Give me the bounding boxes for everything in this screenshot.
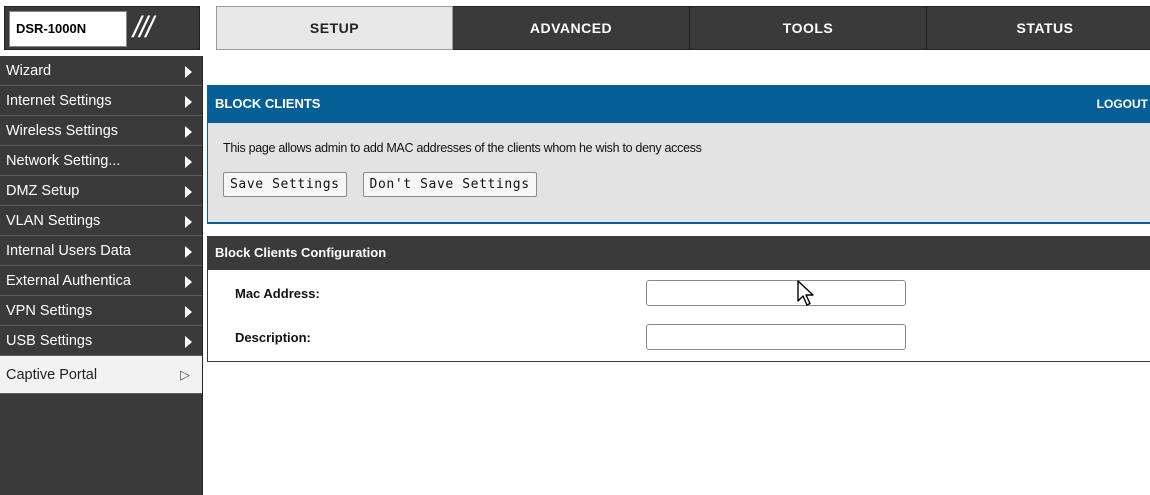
sidebar-item-label: Internal Users Data [6,243,131,259]
chevron-right-icon [185,156,192,168]
tab-status[interactable]: STATUS [927,6,1150,50]
sidebar-item-label: Captive Portal [6,367,98,383]
description-label: Description: [235,330,311,345]
mouse-cursor-icon [797,280,814,306]
tab-tools[interactable]: TOOLS [690,6,927,50]
sidebar-item-label: DMZ Setup [6,183,80,199]
save-settings-button[interactable]: Save Settings [223,172,347,197]
sidebar-item-label: Network Setting... [6,153,121,169]
sidebar-item-label: USB Settings [6,333,93,349]
logo-area: DSR-1000N /// [4,6,200,50]
mac-address-input[interactable] [646,280,906,306]
sidebar-item-label: Wizard [6,63,52,79]
button-row: Save Settings Don't Save Settings [223,172,1150,197]
chevron-right-icon [185,66,192,78]
config-panel: Mac Address: Description: [207,270,1150,362]
model-badge: DSR-1000N [9,11,127,47]
chevron-right-outline-icon: ▷ [180,367,190,382]
chevron-right-icon [185,126,192,138]
chevron-right-icon [185,96,192,108]
top-bar: DSR-1000N /// SETUP ADVANCED TOOLS STATU… [0,0,1150,56]
sidebar-item-label: Wireless Settings [6,123,119,139]
chevron-right-icon [185,306,192,318]
sidebar-item-external-authentication[interactable]: External Authentica [0,266,202,296]
chevron-right-icon [185,336,192,348]
brand-slashes: /// [133,11,154,44]
chevron-right-icon [185,276,192,288]
sidebar-item-label: VPN Settings [6,303,93,319]
mac-address-label: Mac Address: [235,286,320,301]
chevron-right-icon [185,186,192,198]
dont-save-settings-button[interactable]: Don't Save Settings [362,172,537,197]
main-nav: SETUP ADVANCED TOOLS STATUS [216,6,1150,50]
sidebar-item-vlan-settings[interactable]: VLAN Settings [0,206,202,236]
sidebar-item-internal-users-data[interactable]: Internal Users Data [0,236,202,266]
tab-setup[interactable]: SETUP [216,6,453,50]
section-header: BLOCK CLIENTS LOGOUT [207,85,1150,123]
description-input[interactable] [646,324,906,350]
page-title: BLOCK CLIENTS [215,96,321,111]
sidebar-item-wizard[interactable]: Wizard [0,56,202,86]
sidebar-item-captive-portal[interactable]: Captive Portal ▷ [0,356,202,394]
sidebar-item-wireless-settings[interactable]: Wireless Settings [0,116,202,146]
tab-advanced[interactable]: ADVANCED [453,6,690,50]
sidebar-item-usb-settings[interactable]: USB Settings [0,326,202,356]
chevron-right-icon [185,246,192,258]
sidebar-item-dmz-setup[interactable]: DMZ Setup [0,176,202,206]
sidebar-item-label: External Authentica [6,273,131,289]
main-panel: BLOCK CLIENTS LOGOUT This page allows ad… [207,85,1150,362]
intro-text: This page allows admin to add MAC addres… [223,141,702,155]
config-header: Block Clients Configuration [207,236,1150,270]
sidebar: Wizard Internet Settings Wireless Settin… [0,56,203,495]
logout-link[interactable]: LOGOUT [1097,85,1148,123]
sidebar-item-vpn-settings[interactable]: VPN Settings [0,296,202,326]
intro-panel: This page allows admin to add MAC addres… [207,123,1150,224]
sidebar-item-label: Internet Settings [6,93,112,109]
sidebar-item-label: VLAN Settings [6,213,101,229]
sidebar-item-network-settings[interactable]: Network Setting... [0,146,202,176]
sidebar-item-internet-settings[interactable]: Internet Settings [0,86,202,116]
chevron-right-icon [185,216,192,228]
